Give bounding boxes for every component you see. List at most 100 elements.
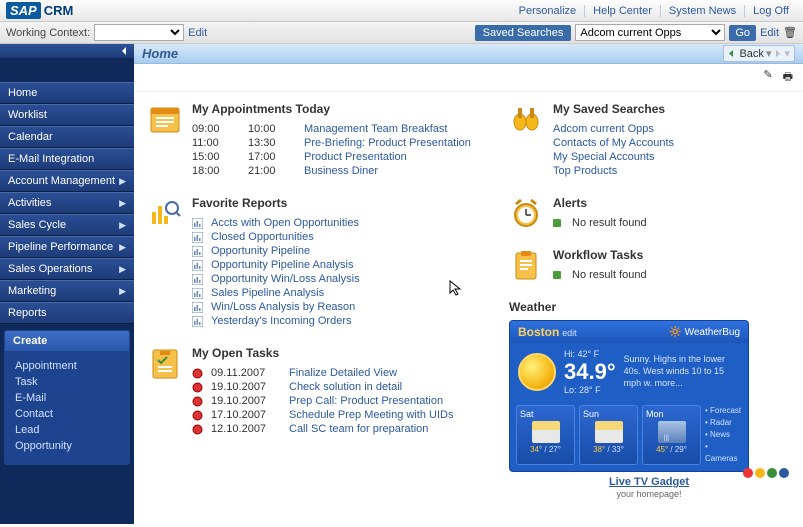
saved-search-link[interactable]: Contacts of My Accounts (553, 137, 674, 149)
sidebar-collapse-bar[interactable] (0, 44, 134, 58)
sidebar-item-pipeline-performance[interactable]: Pipeline Performance▶ (0, 236, 134, 258)
appointment-link[interactable]: Management Team Breakfast (304, 123, 447, 135)
report-link[interactable]: Opportunity Pipeline Analysis (211, 259, 353, 271)
saved-searches-select[interactable]: Adcom current Opps (575, 24, 725, 41)
sidebar-item-sales-cycle[interactable]: Sales Cycle▶ (0, 214, 134, 236)
sidebar-item-activities[interactable]: Activities▶ (0, 192, 134, 214)
chevron-right-icon: ▶ (119, 286, 126, 297)
create-e-mail-link[interactable]: E-Mail (15, 390, 119, 406)
binoculars-icon (509, 102, 543, 136)
appointment-link[interactable]: Pre-Briefing: Product Presentation (304, 137, 471, 149)
working-context-label: Working Context: (6, 27, 90, 39)
working-context-edit-link[interactable]: Edit (188, 27, 207, 39)
forecast-day-sat[interactable]: Sat34° / 27° (516, 405, 575, 465)
alarm-clock-icon (509, 196, 543, 230)
saved-searches-label: Saved Searches (475, 25, 572, 41)
create-lead-link[interactable]: Lead (15, 422, 119, 438)
weather-link-news[interactable]: News (705, 429, 742, 441)
weather-city: Boston (518, 325, 559, 339)
workflow-head: Workflow Tasks (553, 248, 789, 262)
weather-link-cameras[interactable]: Cameras (705, 441, 742, 465)
page-titlebar: Home Back ▾ ▾ (134, 44, 803, 64)
priority-icon (192, 396, 203, 407)
report-link[interactable]: Win/Loss Analysis by Reason (211, 301, 355, 313)
report-link[interactable]: Opportunity Win/Loss Analysis (211, 273, 360, 285)
sidebar: HomeWorklistCalendarE-Mail IntegrationAc… (0, 44, 134, 524)
trash-icon[interactable]: 🗑 (783, 26, 797, 39)
report-link[interactable]: Yesterday's Incoming Orders (211, 315, 351, 327)
chart-icon (192, 232, 203, 243)
appointment-row: 18:0021:00Business Diner (192, 164, 499, 178)
saved-search-link[interactable]: Adcom current Opps (553, 123, 654, 135)
sidebar-item-account-management[interactable]: Account Management▶ (0, 170, 134, 192)
task-row: 09.11.2007Finalize Detailed View (192, 366, 499, 380)
working-context: Working Context: Edit (6, 24, 207, 41)
forward-icon (773, 49, 782, 58)
saved-searches-go-button[interactable]: Go (729, 25, 756, 41)
saved-search-link[interactable]: My Special Accounts (553, 151, 655, 163)
weather-link-forecast[interactable]: Forecast (705, 405, 742, 417)
saved-search-row: My Special Accounts (553, 150, 789, 164)
create-contact-link[interactable]: Contact (15, 406, 119, 422)
sidebar-item-e-mail-integration[interactable]: E-Mail Integration (0, 148, 134, 170)
create-appointment-link[interactable]: Appointment (15, 358, 119, 374)
chevron-right-icon: ▶ (119, 220, 126, 231)
report-link[interactable]: Sales Pipeline Analysis (211, 287, 324, 299)
crm-logo-text: CRM (44, 3, 74, 18)
chart-icon (192, 316, 203, 327)
forecast-day-mon[interactable]: Mon|||45° / 29° (642, 405, 701, 465)
working-context-select[interactable] (94, 24, 184, 41)
live-tv-gadget-link[interactable]: Live TV Gadget (609, 476, 689, 488)
task-link[interactable]: Finalize Detailed View (289, 367, 397, 379)
app-header: SAP CRM Personalize Help Center System N… (0, 0, 803, 22)
saved-search-row: Adcom current Opps (553, 122, 789, 136)
back-icon (728, 49, 737, 58)
print-icon[interactable]: 🖶 (783, 68, 793, 87)
bar-chart-magnifier-icon (148, 196, 182, 230)
history-back-button[interactable]: Back ▾ ▾ (723, 45, 795, 62)
task-row: 12.10.2007Call SC team for preparation (192, 422, 499, 436)
sidebar-item-calendar[interactable]: Calendar (0, 126, 134, 148)
priority-icon (192, 410, 203, 421)
help-center-link[interactable]: Help Center (585, 5, 661, 17)
task-link[interactable]: Check solution in detail (289, 381, 402, 393)
system-news-link[interactable]: System News (661, 5, 745, 17)
context-bar: Working Context: Edit Saved Searches Adc… (0, 22, 803, 44)
weather-edit-link[interactable]: edit (562, 328, 577, 338)
edit-icon[interactable]: ✎ (763, 68, 772, 87)
sap-logo-box: SAP (6, 2, 41, 19)
sun-icon (518, 353, 556, 391)
personalize-link[interactable]: Personalize (511, 5, 585, 17)
create-task-link[interactable]: Task (15, 374, 119, 390)
alerts-empty: No result found (553, 216, 789, 230)
report-link[interactable]: Accts with Open Opportunities (211, 217, 359, 229)
sidebar-item-reports[interactable]: Reports (0, 302, 134, 324)
saved-search-link[interactable]: Top Products (553, 165, 617, 177)
appointment-row: 11:0013:30Pre-Briefing: Product Presenta… (192, 136, 499, 150)
weather-temp: 34.9° (564, 359, 616, 385)
task-link[interactable]: Schedule Prep Meeting with UIDs (289, 409, 453, 421)
appointment-link[interactable]: Business Diner (304, 165, 378, 177)
weather-link-radar[interactable]: Radar (705, 417, 742, 429)
sidebar-item-home[interactable]: Home (0, 82, 134, 104)
log-off-link[interactable]: Log Off (745, 5, 797, 17)
saved-searches-bar: Saved Searches Adcom current Opps Go Edi… (475, 24, 797, 41)
weatherbug-brand: 🔆 WeatherBug (669, 327, 740, 338)
report-link[interactable]: Opportunity Pipeline (211, 245, 310, 257)
forecast-day-sun[interactable]: Sun38° / 33° (579, 405, 638, 465)
alerts-block: Alerts No result found (509, 196, 789, 230)
task-link[interactable]: Prep Call: Product Presentation (289, 395, 443, 407)
task-link[interactable]: Call SC team for preparation (289, 423, 428, 435)
weather-hi: Hi: 42° F (564, 349, 616, 359)
appointment-link[interactable]: Product Presentation (304, 151, 407, 163)
report-link[interactable]: Closed Opportunities (211, 231, 314, 243)
footer-sub: your homepage! (616, 489, 681, 499)
sidebar-item-marketing[interactable]: Marketing▶ (0, 280, 134, 302)
report-row: Opportunity Pipeline Analysis (192, 258, 499, 272)
saved-searches-edit-link[interactable]: Edit (760, 27, 779, 39)
sidebar-item-sales-operations[interactable]: Sales Operations▶ (0, 258, 134, 280)
sidebar-item-worklist[interactable]: Worklist (0, 104, 134, 126)
chart-icon (192, 274, 203, 285)
report-row: Sales Pipeline Analysis (192, 286, 499, 300)
create-opportunity-link[interactable]: Opportunity (15, 438, 119, 454)
